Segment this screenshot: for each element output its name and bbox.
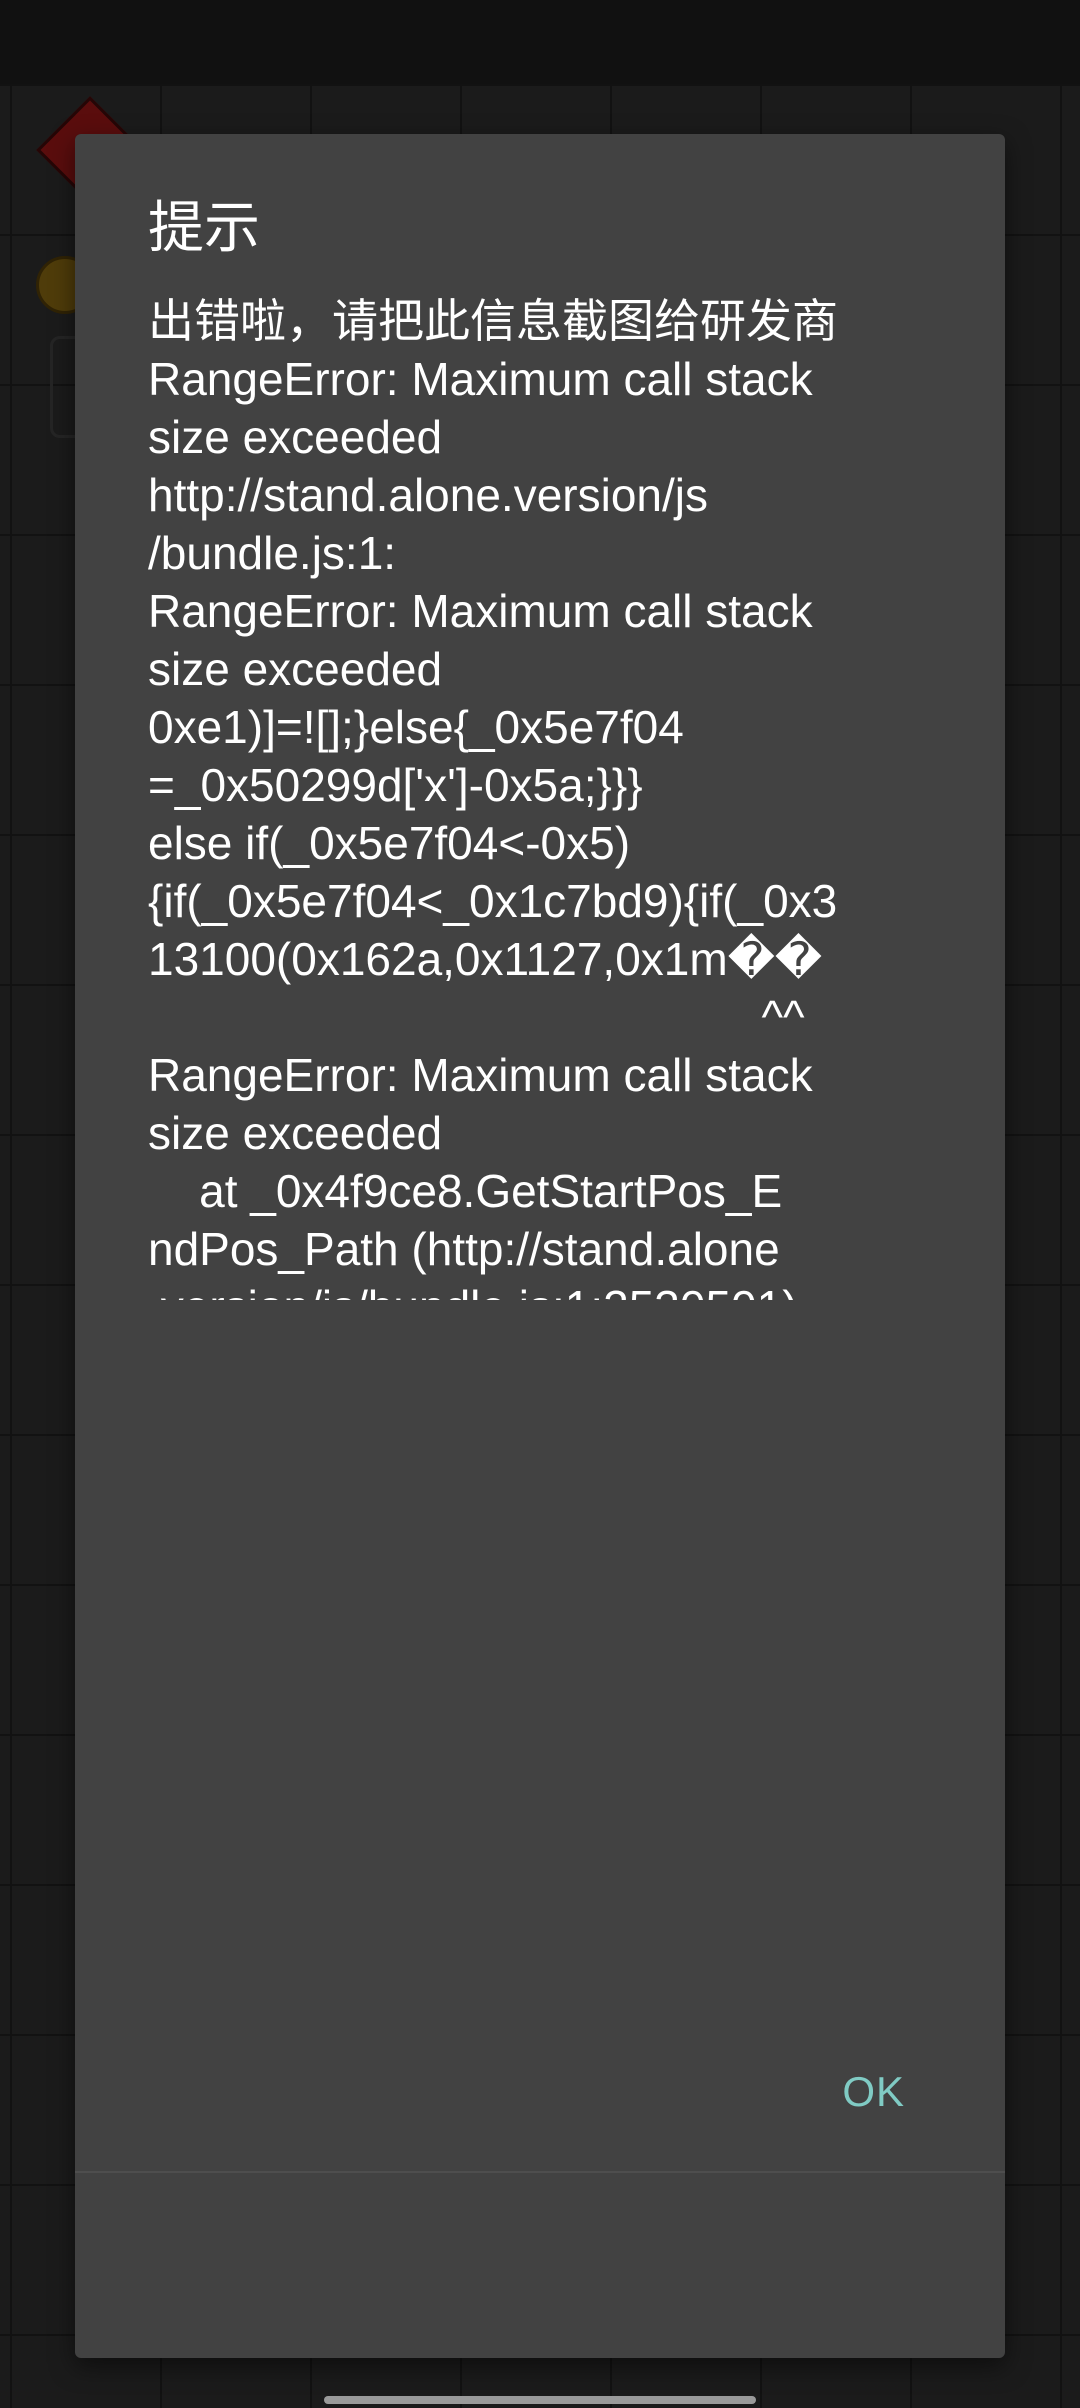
error-message[interactable]: 出错啦，请把此信息截图给研发商 RangeError: Maximum call… — [148, 292, 938, 1300]
navigation-handle[interactable] — [324, 2396, 756, 2404]
ok-button[interactable]: OK — [838, 2064, 909, 2120]
dialog-title: 提示 — [148, 196, 260, 259]
dialog-divider — [75, 2171, 1005, 2173]
screen: 提示 出错啦，请把此信息截图给研发商 RangeError: Maximum c… — [0, 0, 1080, 2408]
error-dialog: 提示 出错啦，请把此信息截图给研发商 RangeError: Maximum c… — [75, 134, 1005, 2358]
